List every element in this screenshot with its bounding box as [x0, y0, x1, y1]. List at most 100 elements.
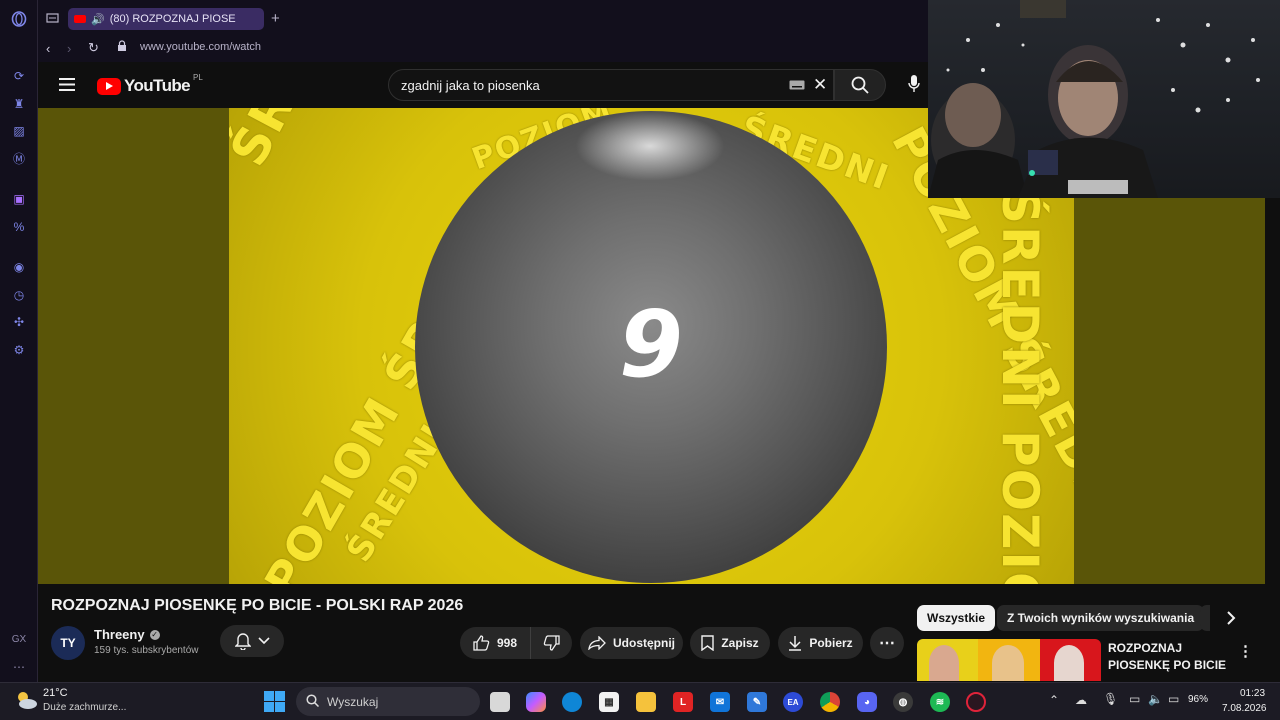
messenger-icon[interactable]: Ⓜ	[11, 150, 27, 166]
gamepad-icon[interactable]: ♜	[11, 96, 27, 112]
youtube-play-icon	[97, 77, 121, 95]
microphone-icon[interactable]: 🎙	[1103, 692, 1118, 706]
play-circle-icon[interactable]: ◉	[11, 259, 27, 275]
search-icon	[851, 76, 869, 94]
taskbar: 21°C Duże zachmurze... Wyszukaj ▦ L ✉ ✎ …	[0, 682, 1280, 720]
bookmark-icon	[701, 635, 715, 651]
dislike-button[interactable]	[530, 627, 572, 659]
forward-icon[interactable]: ›	[67, 41, 71, 56]
share-icon	[588, 636, 606, 650]
weather-desc: Duże zachmurze...	[43, 702, 127, 713]
app-icon[interactable]: ◍	[893, 692, 913, 712]
tab-manager-icon[interactable]	[46, 12, 59, 24]
edge-icon[interactable]	[562, 692, 582, 712]
thumbs-down-icon	[543, 635, 560, 651]
task-view-icon[interactable]	[490, 692, 510, 712]
opera-gx-icon[interactable]	[966, 692, 986, 712]
new-tab-icon[interactable]: +	[271, 10, 280, 27]
download-icon	[788, 635, 802, 651]
channel-name[interactable]: Threeny	[94, 627, 145, 642]
clock-time[interactable]: 01:23	[1240, 688, 1265, 699]
chip-from-search[interactable]: Z Twoich wyników wyszukiwania	[997, 605, 1205, 631]
search-box[interactable]: zgadnij jaka to piosenka ✕	[388, 69, 834, 101]
verified-icon: ✓	[149, 629, 160, 640]
tab-youtube[interactable]: 🔊 (80) ROZPOZNAJ PIOSE	[68, 8, 264, 30]
windows-start-icon[interactable]	[264, 691, 285, 712]
save-label: Zapisz	[721, 636, 759, 650]
more-actions-button[interactable]: ⋯	[870, 627, 904, 659]
lock-icon[interactable]	[117, 40, 127, 52]
video-title: ROZPOZNAJ PIOSENKĘ PO BICIE - POLSKI RAP…	[51, 597, 464, 614]
history-icon[interactable]: ⟳	[11, 68, 27, 84]
pen-app-icon[interactable]: ✎	[747, 692, 767, 712]
keyboard-icon[interactable]	[789, 80, 805, 90]
youtube-header: YouTube PL zgadnij jaka to piosenka ✕	[38, 62, 928, 108]
like-button[interactable]: 998	[460, 627, 530, 659]
file-explorer-icon[interactable]	[636, 692, 656, 712]
chevron-right-icon[interactable]	[1224, 608, 1238, 628]
search-icon	[306, 694, 319, 707]
tab-title: (80) ROZPOZNAJ PIOSE	[109, 13, 236, 25]
spotify-icon[interactable]: ≋	[930, 692, 950, 712]
search-button[interactable]	[834, 69, 886, 101]
speaker-icon[interactable]: 🔊	[91, 13, 105, 26]
clear-search-icon[interactable]: ✕	[813, 75, 827, 95]
clock-icon[interactable]: ◷	[11, 287, 27, 303]
ring-word: ŚREDNI POZIOM	[991, 188, 1049, 584]
webcam-image	[928, 0, 1260, 198]
recommendation-thumbnail[interactable]	[917, 639, 1101, 681]
url-field[interactable]: www.youtube.com/watch	[140, 41, 261, 53]
countdown-number: 9	[618, 291, 683, 398]
youtube-favicon-icon	[74, 15, 86, 23]
layers-icon[interactable]: ▨	[11, 123, 27, 139]
youtube-logo[interactable]: YouTube PL	[97, 72, 203, 96]
download-button[interactable]: Pobierz	[778, 627, 863, 659]
youtube-logo-text: YouTube	[124, 76, 191, 95]
settings-icon[interactable]: ⚙	[11, 342, 27, 358]
ea-icon[interactable]: EA	[783, 692, 803, 712]
battery-percent: 96%	[1188, 694, 1209, 705]
region-code: PL	[193, 72, 203, 82]
network-icon[interactable]: ▭	[1129, 692, 1140, 706]
l-app-icon[interactable]: L	[673, 692, 693, 712]
chrome-icon[interactable]	[820, 692, 840, 712]
opera-sidebar: ⟳ ♜ ▨ Ⓜ ▣ % ◉ ◷ ✣ ⚙ GX ⋯	[0, 0, 38, 682]
menu-icon[interactable]	[59, 78, 75, 91]
share-button[interactable]: Udostępnij	[580, 627, 683, 659]
weather-temp: 21°C	[43, 687, 68, 699]
onedrive-icon[interactable]: ☁	[1075, 693, 1087, 707]
reload-icon[interactable]: ↻	[88, 40, 99, 56]
more-icon[interactable]: ⋯	[11, 659, 27, 675]
voice-search-icon[interactable]	[908, 75, 920, 93]
download-label: Pobierz	[809, 636, 853, 650]
weather-icon[interactable]	[14, 689, 38, 711]
taskbar-search[interactable]: Wyszukaj	[296, 687, 480, 716]
copilot-icon[interactable]	[526, 692, 546, 712]
back-icon[interactable]: ‹	[46, 41, 50, 56]
notifications-button[interactable]	[220, 625, 284, 657]
gx-icon[interactable]: GX	[11, 631, 27, 647]
battery-icon[interactable]: ▭	[1168, 692, 1179, 706]
webcam-overlay	[928, 0, 1280, 198]
percent-icon[interactable]: %	[11, 219, 27, 235]
chip-partial[interactable]	[1200, 605, 1210, 631]
chevron-up-icon[interactable]: ⌃	[1049, 693, 1059, 707]
thumbnail-panel	[978, 639, 1040, 681]
store-icon[interactable]: ▦	[599, 692, 619, 712]
twitch-icon[interactable]: ▣	[11, 191, 27, 207]
discord-icon[interactable]: ◕	[857, 692, 877, 712]
address-bar: ‹ › ↻ www.youtube.com/watch	[38, 36, 928, 62]
save-button[interactable]: Zapisz	[690, 627, 770, 659]
thumbnail-panel	[917, 639, 979, 681]
outlook-icon[interactable]: ✉	[710, 692, 730, 712]
chevron-down-icon	[257, 637, 270, 645]
channel-avatar[interactable]: TY	[51, 626, 85, 660]
ring-word: ŚREDNI POZIOM	[229, 108, 496, 175]
chip-all[interactable]: Wszystkie	[917, 605, 996, 631]
kebab-menu-icon[interactable]: ⋮	[1238, 642, 1253, 660]
opera-logo-icon[interactable]	[11, 11, 27, 27]
clock-date[interactable]: 7.08.2026	[1222, 703, 1267, 714]
search-input[interactable]: zgadnij jaka to piosenka	[401, 78, 540, 93]
puzzle-icon[interactable]: ✣	[11, 314, 27, 330]
volume-icon[interactable]: 🔈	[1148, 692, 1163, 706]
